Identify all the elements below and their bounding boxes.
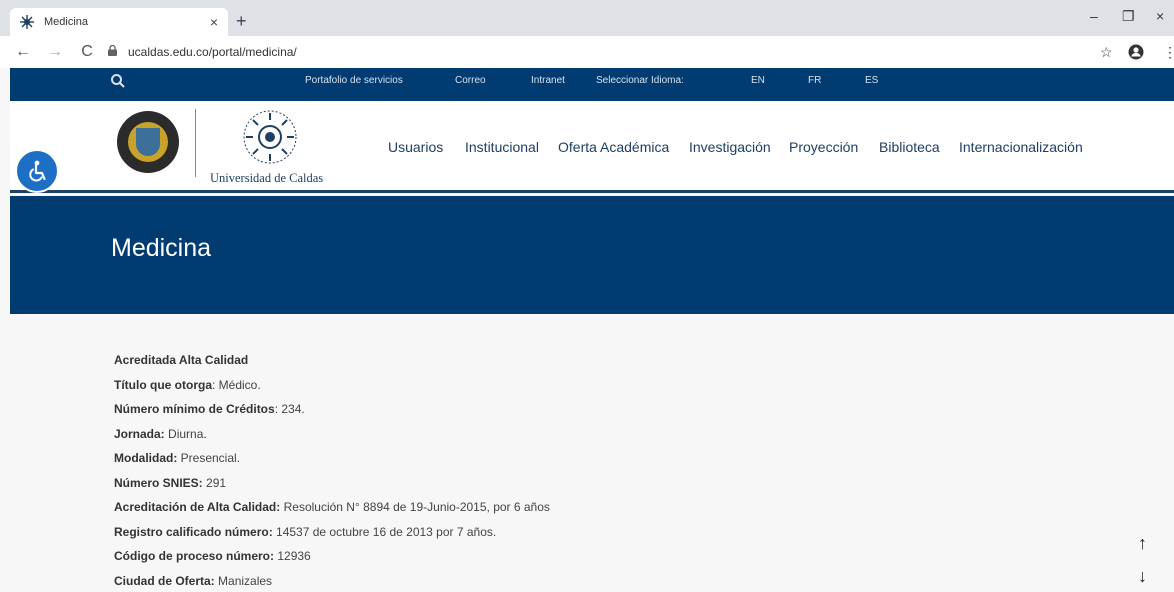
profile-icon[interactable] [1128, 44, 1144, 63]
info-label: Código de proceso número: [114, 549, 275, 563]
browser-tab-strip: Medicina × + – ❐ × [0, 0, 1174, 36]
info-value: 291 [202, 475, 227, 490]
info-line: Modalidad: Presencial. [114, 446, 550, 471]
info-line: Registro calificado número: 14537 de oct… [114, 520, 550, 545]
site-topbar: Portafolio de servicios Correo Intranet … [10, 68, 1174, 101]
browser-toolbar: ← → C ucaldas.edu.co/portal/medicina/ ☆ … [0, 36, 1174, 68]
nav-proyeccion[interactable]: Proyección [789, 139, 858, 155]
university-logo-icon[interactable] [240, 107, 300, 167]
nav-usuarios[interactable]: Usuarios [388, 139, 443, 155]
info-line: Título que otorga: Médico. [114, 373, 550, 398]
nav-biblioteca[interactable]: Biblioteca [879, 139, 940, 155]
info-value: : 234. [274, 402, 305, 416]
restore-button[interactable]: ❐ [1122, 8, 1135, 25]
info-value: 14537 de octubre 16 de 2013 por 7 años. [272, 524, 497, 539]
lang-fr-link[interactable]: FR [808, 75, 821, 86]
url-text: ucaldas.edu.co/portal/medicina/ [128, 45, 297, 59]
page-title: Medicina [111, 234, 212, 262]
back-button[interactable]: ← [14, 43, 32, 61]
browser-tab[interactable]: Medicina × [10, 8, 228, 36]
portfolio-link[interactable]: Portafolio de servicios [305, 75, 403, 86]
lang-en-link[interactable]: EN [751, 75, 765, 86]
logo-divider [195, 109, 196, 177]
address-bar[interactable]: ucaldas.edu.co/portal/medicina/ [108, 40, 1118, 64]
mail-link[interactable]: Correo [455, 75, 486, 86]
info-label: Ciudad de Oferta: [114, 573, 215, 588]
language-label: Seleccionar Idioma: [596, 75, 684, 86]
info-line: Ciudad de Oferta: Manizales [114, 569, 550, 592]
scroll-down-button[interactable]: ↓ [1138, 566, 1147, 587]
info-value: : Médico. [212, 377, 261, 392]
bookmark-star-icon[interactable]: ☆ [1100, 44, 1113, 61]
colombia-shield-logo[interactable] [117, 111, 179, 173]
university-name: Universidad de Caldas [210, 171, 324, 185]
browser-menu-icon[interactable]: ⋮ [1163, 44, 1174, 61]
page-banner: Medicina [10, 196, 1174, 314]
info-label: Acreditación de Alta Calidad: [114, 500, 281, 514]
info-label: Acreditada Alta Calidad [114, 353, 249, 367]
site-favicon-icon [20, 15, 34, 29]
info-line: Número SNIES: 291 [114, 471, 550, 496]
info-value: Diurna. [164, 426, 207, 441]
nav-internacionalizacion[interactable]: Internacionalización [959, 139, 1083, 155]
info-label: Título que otorga [114, 377, 212, 392]
new-tab-button[interactable]: + [236, 12, 247, 30]
lock-icon [108, 44, 122, 59]
scroll-up-button[interactable]: ↑ [1138, 533, 1147, 554]
reload-button[interactable]: C [78, 43, 96, 61]
info-label: Registro calificado número: [114, 524, 273, 539]
info-value: Manizales [214, 573, 273, 588]
minimize-button[interactable]: – [1090, 8, 1098, 24]
forward-button[interactable]: → [46, 43, 64, 61]
info-label: Número mínimo de Créditos [114, 402, 275, 416]
info-line: Código de proceso número: 12936 [114, 544, 550, 569]
site-header: Universidad de Caldas Usuarios Instituci… [10, 101, 1174, 193]
info-line: Jornada: Diurna. [114, 422, 550, 447]
nav-institucional[interactable]: Institucional [465, 139, 539, 155]
info-label: Jornada: [114, 426, 165, 441]
nav-investigacion[interactable]: Investigación [689, 139, 771, 155]
nav-oferta-academica[interactable]: Oferta Académica [558, 139, 669, 155]
program-info: Acreditada Alta Calidad Título que otorg… [114, 348, 550, 592]
info-line: Acreditada Alta Calidad [114, 348, 550, 373]
info-label: Número SNIES: [114, 475, 203, 490]
window-close-button[interactable]: × [1156, 8, 1164, 24]
tab-close-icon[interactable]: × [210, 14, 218, 30]
info-line: Número mínimo de Créditos: 234. [114, 397, 550, 422]
info-line: Acreditación de Alta Calidad: Resolución… [114, 495, 550, 520]
search-icon[interactable] [110, 73, 126, 92]
info-value: Presencial. [177, 451, 241, 465]
tab-title: Medicina [44, 16, 89, 28]
accessibility-icon[interactable] [15, 149, 59, 193]
info-value: Resolución N° 8894 de 19-Junio-2015, por… [280, 500, 550, 514]
intranet-link[interactable]: Intranet [531, 75, 565, 86]
lang-es-link[interactable]: ES [865, 75, 878, 86]
info-label: Modalidad: [114, 451, 178, 465]
info-value: 12936 [274, 549, 311, 563]
